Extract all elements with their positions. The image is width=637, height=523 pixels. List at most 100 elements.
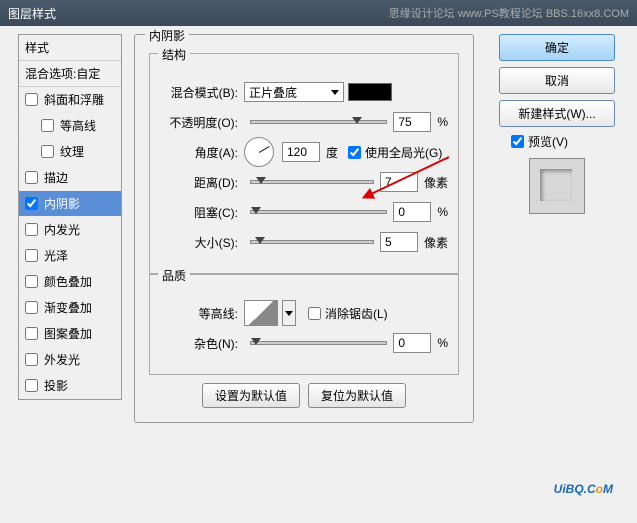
style-checkbox[interactable] <box>25 327 38 340</box>
cancel-button[interactable]: 取消 <box>499 67 615 94</box>
right-panel: 确定 取消 新建样式(W)... 预览(V) <box>499 34 619 214</box>
preview-label: 预览(V) <box>528 133 568 150</box>
angle-dial[interactable] <box>244 137 274 167</box>
opacity-input[interactable] <box>393 112 431 132</box>
angle-input[interactable] <box>282 142 320 162</box>
new-style-button[interactable]: 新建样式(W)... <box>499 100 615 127</box>
style-item-11[interactable]: 投影 <box>19 373 121 399</box>
style-checkbox[interactable] <box>41 119 54 132</box>
style-checkbox[interactable] <box>25 275 38 288</box>
inner-shadow-group: 内阴影 结构 混合模式(B): 正片叠底 不透明度(O): <box>134 34 474 423</box>
style-label: 投影 <box>44 377 68 394</box>
global-light-label: 使用全局光(G) <box>365 144 442 161</box>
structure-title: 结构 <box>158 46 190 63</box>
preview-row: 预览(V) <box>511 133 619 150</box>
opacity-slider[interactable] <box>250 120 387 124</box>
style-label: 描边 <box>44 169 68 186</box>
blend-mode-label: 混合模式(B): <box>160 84 244 101</box>
preview-checkbox[interactable] <box>511 135 524 148</box>
contour-swatch[interactable] <box>244 300 278 326</box>
style-checkbox[interactable] <box>25 249 38 262</box>
angle-row: 角度(A): 度 使用全局光(G) <box>160 141 448 163</box>
size-row: 大小(S): 像素 <box>160 231 448 253</box>
style-item-3[interactable]: 描边 <box>19 165 121 191</box>
style-label: 内发光 <box>44 221 80 238</box>
dialog-content: 样式 混合选项:自定 斜面和浮雕等高线纹理描边内阴影内发光光泽颜色叠加渐变叠加图… <box>14 34 623 509</box>
angle-unit: 度 <box>326 144 338 161</box>
quality-group: 品质 等高线: 消除锯齿(L) 杂色(N): % <box>149 274 459 375</box>
distance-input[interactable] <box>380 172 418 192</box>
preview-swatch <box>529 158 585 214</box>
noise-unit: % <box>437 336 448 350</box>
ok-button[interactable]: 确定 <box>499 34 615 61</box>
style-checkbox[interactable] <box>25 301 38 314</box>
reset-default-button[interactable]: 复位为默认值 <box>308 383 406 408</box>
noise-slider[interactable] <box>250 341 387 345</box>
style-label: 纹理 <box>60 143 84 160</box>
style-item-1[interactable]: 等高线 <box>19 113 121 139</box>
style-label: 内阴影 <box>44 195 80 212</box>
titlebar-credits: 思缘设计论坛 www.PS教程论坛 BBS.16xx8.COM <box>389 5 629 21</box>
style-item-7[interactable]: 颜色叠加 <box>19 269 121 295</box>
style-label: 光泽 <box>44 247 68 264</box>
style-checkbox[interactable] <box>25 353 38 366</box>
choke-unit: % <box>437 205 448 219</box>
quality-title: 品质 <box>158 267 190 284</box>
panel-title: 内阴影 <box>145 27 189 44</box>
style-checkbox[interactable] <box>25 171 38 184</box>
style-label: 斜面和浮雕 <box>44 91 104 108</box>
distance-slider[interactable] <box>250 180 374 184</box>
opacity-label: 不透明度(O): <box>160 114 244 131</box>
distance-row: 距离(D): 像素 <box>160 171 448 193</box>
style-item-2[interactable]: 纹理 <box>19 139 121 165</box>
style-checkbox[interactable] <box>25 197 38 210</box>
style-item-6[interactable]: 光泽 <box>19 243 121 269</box>
style-item-4[interactable]: 内阴影 <box>19 191 121 217</box>
structure-group: 结构 混合模式(B): 正片叠底 不透明度(O): % <box>149 53 459 274</box>
titlebar: 图层样式 思缘设计论坛 www.PS教程论坛 BBS.16xx8.COM <box>0 0 637 26</box>
styles-list: 样式 混合选项:自定 斜面和浮雕等高线纹理描边内阴影内发光光泽颜色叠加渐变叠加图… <box>18 34 122 400</box>
blending-options[interactable]: 混合选项:自定 <box>19 61 121 87</box>
angle-label: 角度(A): <box>160 144 244 161</box>
style-item-9[interactable]: 图案叠加 <box>19 321 121 347</box>
style-item-8[interactable]: 渐变叠加 <box>19 295 121 321</box>
contour-row: 等高线: 消除锯齿(L) <box>160 302 448 324</box>
shadow-color-swatch[interactable] <box>348 83 392 101</box>
window-title: 图层样式 <box>8 7 56 21</box>
size-input[interactable] <box>380 232 418 252</box>
make-default-button[interactable]: 设置为默认值 <box>202 383 300 408</box>
distance-label: 距离(D): <box>160 174 244 191</box>
style-checkbox[interactable] <box>25 379 38 392</box>
global-light-checkbox[interactable] <box>348 146 361 159</box>
style-label: 图案叠加 <box>44 325 92 342</box>
styles-header[interactable]: 样式 <box>19 35 121 61</box>
size-slider[interactable] <box>250 240 374 244</box>
style-item-0[interactable]: 斜面和浮雕 <box>19 87 121 113</box>
antialias-checkbox[interactable] <box>308 307 321 320</box>
size-unit: 像素 <box>424 234 448 251</box>
noise-input[interactable] <box>393 333 431 353</box>
layer-style-dialog: 图层样式 思缘设计论坛 www.PS教程论坛 BBS.16xx8.COM 样式 … <box>0 0 637 523</box>
choke-row: 阻塞(C): % <box>160 201 448 223</box>
style-item-10[interactable]: 外发光 <box>19 347 121 373</box>
choke-label: 阻塞(C): <box>160 204 244 221</box>
style-checkbox[interactable] <box>25 93 38 106</box>
style-item-5[interactable]: 内发光 <box>19 217 121 243</box>
opacity-row: 不透明度(O): % <box>160 111 448 133</box>
style-label: 等高线 <box>60 117 96 134</box>
center-panel: 内阴影 结构 混合模式(B): 正片叠底 不透明度(O): <box>134 34 474 431</box>
contour-dropdown[interactable] <box>282 300 296 326</box>
style-label: 颜色叠加 <box>44 273 92 290</box>
style-label: 外发光 <box>44 351 80 368</box>
antialias-label: 消除锯齿(L) <box>325 305 388 322</box>
choke-input[interactable] <box>393 202 431 222</box>
style-checkbox[interactable] <box>41 145 54 158</box>
blend-mode-row: 混合模式(B): 正片叠底 <box>160 81 448 103</box>
noise-row: 杂色(N): % <box>160 332 448 354</box>
blend-mode-dropdown[interactable]: 正片叠底 <box>244 82 344 102</box>
default-buttons: 设置为默认值 复位为默认值 <box>149 383 459 408</box>
choke-slider[interactable] <box>250 210 387 214</box>
style-checkbox[interactable] <box>25 223 38 236</box>
size-label: 大小(S): <box>160 234 244 251</box>
watermark: UiBQ.CoM <box>554 473 613 499</box>
